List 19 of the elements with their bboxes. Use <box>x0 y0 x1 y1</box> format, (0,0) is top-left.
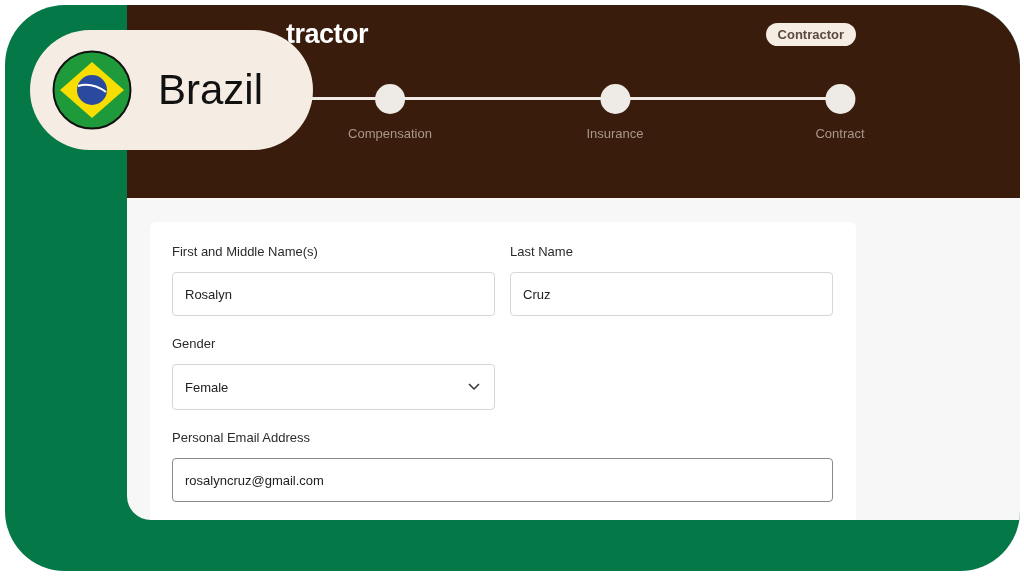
chevron-down-icon <box>468 383 480 391</box>
field-label: Last Name <box>510 244 574 259</box>
input-field[interactable]: Rosalyn <box>172 272 495 316</box>
step-label: Compensation <box>348 126 432 141</box>
field-label: First and Middle Name(s) <box>172 244 319 259</box>
country-name: Brazil <box>158 66 264 114</box>
select-field[interactable]: Female <box>172 364 495 410</box>
field-label: Personal Email Address <box>172 430 311 445</box>
step-dot[interactable] <box>600 84 630 114</box>
page-title: tractor <box>286 19 369 50</box>
input-field[interactable]: rosalyncruz@gmail.com <box>172 458 833 502</box>
contractor-tag: Contractor <box>765 23 856 46</box>
step-label: Contract <box>815 126 865 141</box>
field-label: Gender <box>172 336 217 351</box>
input-field[interactable]: Cruz <box>510 272 833 316</box>
step-dot[interactable] <box>825 84 855 114</box>
step-dot[interactable] <box>375 84 405 114</box>
step-label: Insurance <box>586 126 644 141</box>
brazil-flag-icon <box>52 50 132 130</box>
